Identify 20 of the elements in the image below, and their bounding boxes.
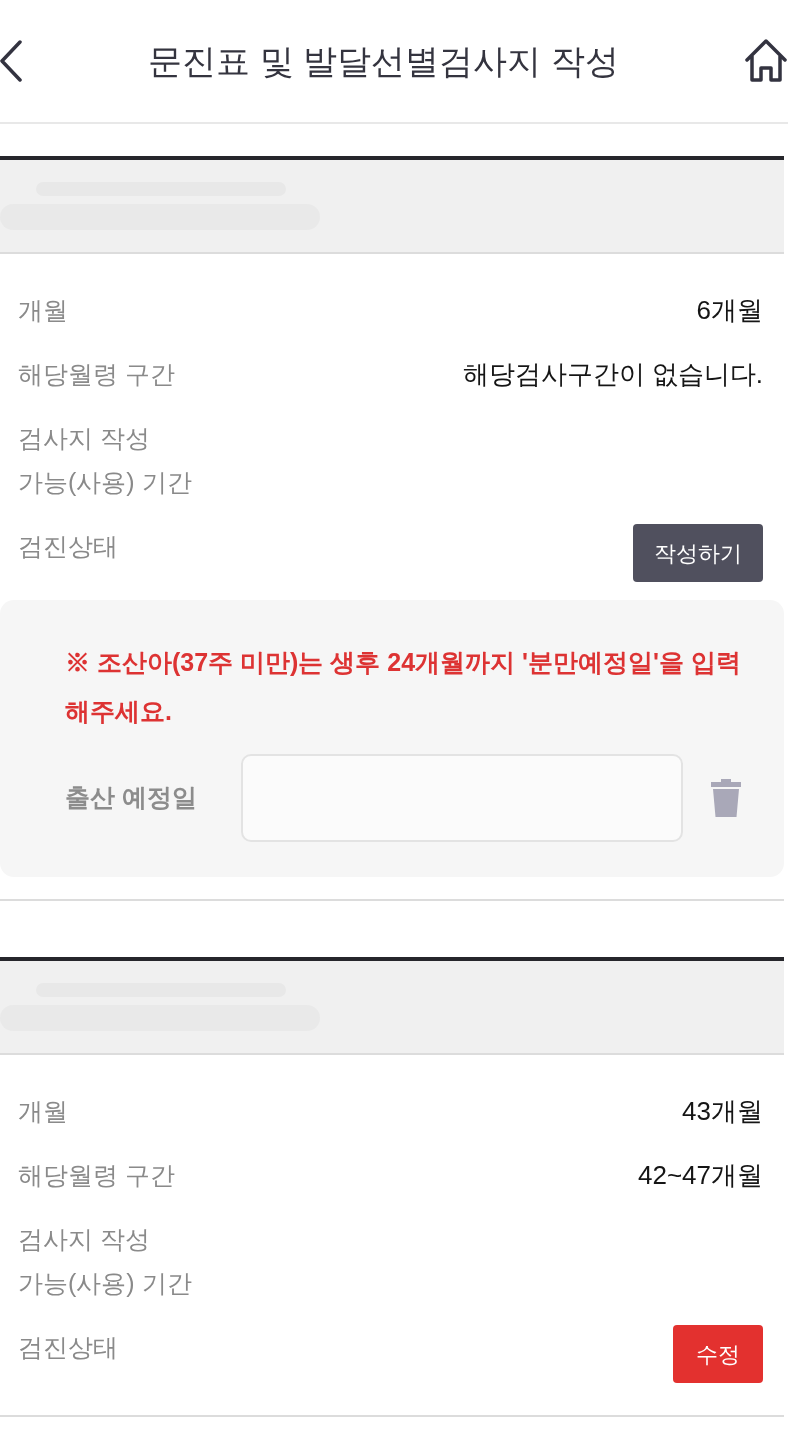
page-title: 문진표 및 발달선별검사지 작성 <box>148 40 619 82</box>
row-value: 42~47개월 <box>637 1159 763 1192</box>
row-label: 해당월령 구간 <box>18 359 175 390</box>
row-label: 검진상태 <box>18 531 118 562</box>
row-label: 검진상태 <box>18 1332 118 1363</box>
row-value: 해당검사구간이 없습니다. <box>462 358 763 391</box>
row-value: 43개월 <box>682 1095 763 1128</box>
row-label: 개월 <box>18 295 68 326</box>
due-date-input[interactable] <box>240 754 683 842</box>
home-icon[interactable] <box>745 38 787 84</box>
row-label: 검사지 작성 가능(사용) 기간 <box>18 423 192 498</box>
row-label: 검사지 작성 가능(사용) 기간 <box>18 1224 192 1299</box>
notice-message: ※ 조산아(37주 미만)는 생후 24개월까지 '분만예정일'을 입력해주세요. <box>65 647 742 727</box>
status-button[interactable]: 수정 <box>673 1325 763 1383</box>
status-button[interactable]: 작성하기 <box>633 524 763 582</box>
row-label: 해당월령 구간 <box>18 1160 175 1191</box>
field-label: 출산 예정일 <box>65 782 197 814</box>
row-label: 개월 <box>18 1096 68 1127</box>
row-value: 6개월 <box>696 294 763 327</box>
back-icon[interactable] <box>0 40 22 82</box>
